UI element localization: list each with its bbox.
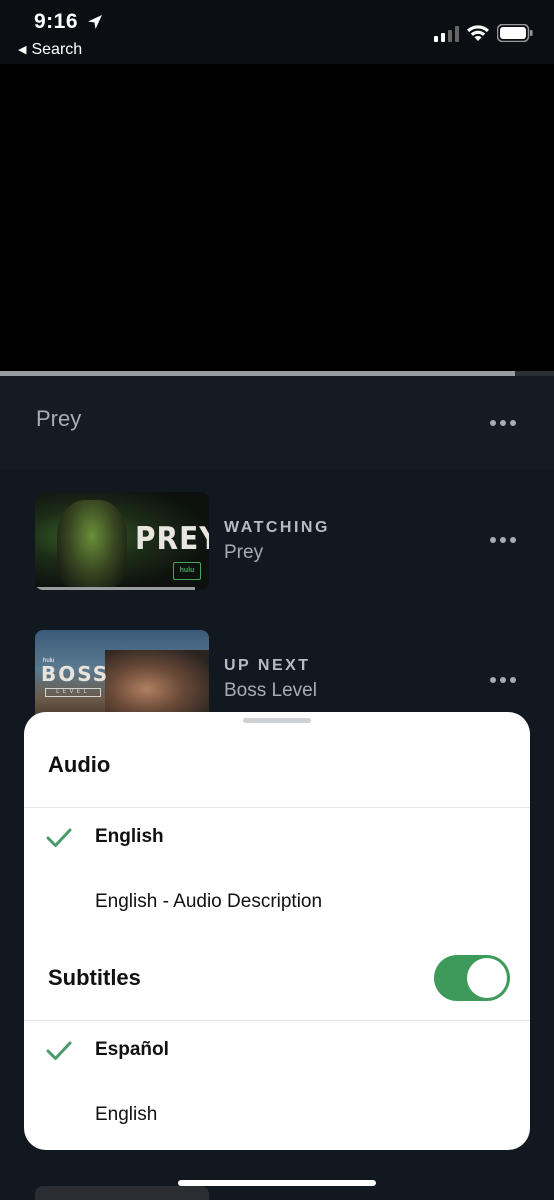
thumbnail-artwork: [57, 500, 127, 590]
checkmark-icon: [46, 828, 72, 847]
thumbnail-title-art: PREY: [135, 520, 209, 557]
queue-item-label: WATCHING: [224, 519, 330, 536]
divider: [24, 807, 530, 808]
back-to-search-link[interactable]: ◀ Search: [18, 41, 82, 59]
queue-item-more-icon[interactable]: [490, 535, 522, 545]
next-thumbnail-peek: [35, 1186, 209, 1200]
divider: [24, 1020, 530, 1021]
queue-item-title: Boss Level: [224, 680, 317, 701]
queue-item-more-icon[interactable]: [490, 675, 522, 685]
audio-subtitles-sheet: Audio English English - Audio Descriptio…: [24, 712, 530, 1150]
video-player[interactable]: [0, 64, 554, 372]
wifi-icon: [467, 25, 489, 41]
thumbnail-progress-bar: [35, 587, 195, 590]
subtitles-toggle[interactable]: [434, 955, 510, 1001]
subtitle-option-english[interactable]: English: [24, 1087, 530, 1147]
checkmark-icon: [46, 1041, 72, 1060]
sheet-grabber[interactable]: [243, 718, 311, 723]
battery-icon: [497, 24, 533, 42]
thumbnail-subtitle-art: LEVEL: [45, 688, 101, 697]
queue-item-title: Prey: [224, 542, 264, 563]
now-playing-title: Prey: [36, 406, 82, 431]
queue-item-watching[interactable]: PREY hulu WATCHING Prey: [0, 492, 554, 592]
option-label: English: [95, 826, 164, 847]
cellular-signal-icon: [434, 26, 459, 42]
toggle-knob: [467, 958, 507, 998]
now-playing-row: Prey: [0, 376, 554, 470]
option-label: English: [95, 1104, 158, 1125]
thumbnail-title-art: BOSS: [41, 662, 110, 686]
back-label: Search: [31, 41, 83, 58]
option-label: English - Audio Description: [95, 891, 323, 912]
status-bar: 9:16 ◀ Search: [0, 0, 554, 64]
subtitles-heading: Subtitles: [48, 965, 141, 990]
prey-thumbnail: PREY hulu: [35, 492, 209, 590]
location-arrow-icon: [88, 15, 102, 29]
queue-item-label: UP NEXT: [224, 657, 311, 674]
home-indicator[interactable]: [178, 1180, 376, 1186]
back-triangle-icon: ◀: [18, 44, 27, 56]
audio-option-english-audio-description[interactable]: English - Audio Description: [24, 874, 530, 934]
option-label: Español: [95, 1039, 169, 1060]
screen: 9:16 ◀ Search Prey PRE hulu WATCHING Pre…: [0, 0, 554, 1200]
subtitle-option-espanol[interactable]: Español: [24, 1022, 530, 1082]
audio-option-english[interactable]: English: [24, 809, 530, 869]
audio-heading: Audio: [48, 752, 111, 777]
hulu-badge: hulu: [173, 562, 201, 580]
status-time: 9:16: [34, 10, 79, 33]
now-playing-more-icon[interactable]: [490, 418, 522, 428]
